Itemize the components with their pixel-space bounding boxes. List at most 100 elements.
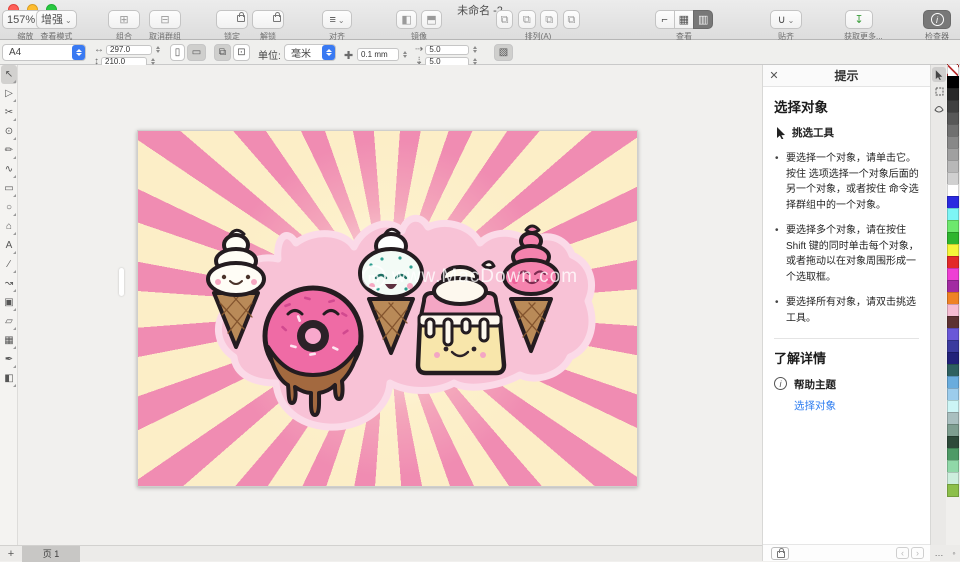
add-page-button[interactable]: + [0, 548, 22, 560]
table-tool[interactable]: ▦ [1, 331, 17, 350]
properties-tab[interactable] [932, 101, 946, 116]
ellipse-tool[interactable]: ○ [1, 198, 17, 217]
duplicate-x-icon: ⇢ [415, 44, 423, 55]
palette-scroll-button[interactable]: ◦ [952, 548, 955, 558]
lock-panel-button[interactable] [771, 547, 789, 560]
titlebar: 未命名 -2 157%⌄ 缩放 增强⌄ 查看模式 ⊞ 组合 ⊟ 取消群组 锁定 … [0, 0, 960, 40]
zoom-tool[interactable]: ⊙ [1, 122, 17, 141]
extrude-tool[interactable]: ▱ [1, 312, 17, 331]
landscape-button[interactable]: ▭ [187, 44, 206, 61]
hints-panel-header: ✕ 提示 [763, 65, 930, 87]
stepper-icon[interactable] [156, 46, 160, 53]
flyout-indicator-icon [13, 346, 16, 349]
unlock-group: 解锁 [252, 10, 284, 42]
view-normal-icon: ⌐ [661, 14, 667, 26]
all-pages-button[interactable]: ⧉ [214, 44, 231, 61]
text-tool[interactable]: A [1, 236, 17, 255]
close-icon[interactable]: ✕ [763, 69, 785, 82]
color-swatch[interactable] [947, 484, 959, 497]
hints-bullet-list: 要选择一个对象，请单击它。按住 选项选择一个对象后面的另一个对象，或者按住 命令… [774, 146, 919, 331]
nudge-field[interactable]: 0.1 mm [357, 48, 399, 61]
document-page[interactable]: m www.MacDown.com [137, 130, 638, 487]
align-group: ≡⌄ 对齐 [322, 10, 352, 42]
stepper-icon[interactable] [151, 58, 155, 65]
combine-button[interactable]: ⊞ [108, 10, 140, 29]
lock-group: 锁定 [216, 10, 248, 42]
flyout-indicator-icon [13, 308, 16, 311]
macdown-logo-icon: m [362, 265, 386, 289]
view-mode-dropdown[interactable]: 增强⌄ [36, 10, 77, 29]
artistic-media-tool[interactable]: ∿ [1, 160, 17, 179]
mirror-vertical-button[interactable]: ⬒ [421, 10, 441, 29]
duplicate-distance: ⇢ 5.0 ⇣ 5.0 [415, 44, 487, 61]
mirror-horizontal-button[interactable]: ◧ [396, 10, 416, 29]
flyout-indicator-icon [13, 156, 16, 159]
pen-tool[interactable]: ✒ [1, 350, 17, 369]
docker-tab-strip [930, 65, 946, 545]
bring-forward-icon: ⧉ [545, 14, 553, 26]
hints-panel: ✕ 提示 选择对象 挑选工具 要选择一个对象，请单击它。按住 选项选择一个对象后… [762, 65, 930, 561]
flyout-indicator-icon [13, 175, 16, 178]
combine-group: ⊞ 组合 [108, 10, 140, 42]
page-width-icon: ↔ [94, 44, 104, 55]
lock-button[interactable] [216, 10, 248, 29]
learn-more-heading: 了解详情 [774, 348, 919, 367]
flyout-indicator-icon [13, 194, 16, 197]
page-size-select[interactable]: A4 [2, 44, 86, 61]
hints-tab[interactable] [932, 67, 946, 82]
inspector-group: i 检查器 [922, 10, 952, 42]
send-to-back-button[interactable]: ⧉ [518, 10, 536, 29]
palette-footer: … ◦ [930, 545, 960, 561]
all-pages-icon: ⧉ [219, 47, 226, 58]
inspector-button[interactable]: i [923, 10, 951, 29]
flyout-indicator-icon [13, 118, 16, 121]
hint-forward-button[interactable]: › [911, 547, 924, 559]
freehand-tool[interactable]: ✏ [1, 141, 17, 160]
mirror-horizontal-icon: ◧ [401, 14, 411, 26]
window-title: 未命名 -2 [0, 2, 960, 18]
bring-forward-button[interactable]: ⧉ [540, 10, 558, 29]
view-page-button[interactable]: ▥ [693, 10, 713, 29]
align-dropdown[interactable]: ≡⌄ [322, 10, 352, 29]
dimension-tool[interactable]: ∕ [1, 255, 17, 274]
chevron-down-icon: ⌄ [338, 16, 345, 25]
chevron-down-icon: ⌄ [788, 16, 795, 25]
fill-tool[interactable]: ◧ [1, 369, 17, 388]
send-backward-button[interactable]: ⧉ [563, 10, 581, 29]
ungroup-button[interactable]: ⊟ [149, 10, 181, 29]
canvas-scrollbar-nub[interactable] [119, 268, 124, 296]
polygon-tool[interactable]: ⌂ [1, 217, 17, 236]
rectangle-tool[interactable]: ▭ [1, 179, 17, 198]
transform-tab[interactable] [932, 84, 946, 99]
palette-more-button[interactable]: … [934, 548, 943, 558]
portrait-button[interactable]: ▯ [170, 44, 185, 61]
current-page-button[interactable]: ⊡ [233, 44, 250, 61]
view-grid-button[interactable]: ▦ [674, 10, 694, 29]
units-select[interactable]: 毫米 [284, 44, 336, 61]
hints-heading: 选择对象 [774, 96, 919, 116]
stepper-icon[interactable] [473, 46, 477, 53]
crop-tool[interactable]: ✂ [1, 103, 17, 122]
stepper-icon[interactable] [403, 51, 407, 58]
pick-tool[interactable]: ↖ [1, 65, 17, 84]
snap-dropdown[interactable]: ∪⌄ [770, 10, 802, 29]
canvas-workspace[interactable]: m www.MacDown.com [18, 65, 762, 545]
shadow-tool[interactable]: ▣ [1, 293, 17, 312]
view-normal-button[interactable]: ⌐ [655, 10, 675, 29]
select-objects-link[interactable]: 选择对象 [794, 398, 919, 413]
page-tab[interactable]: 页 1 [22, 546, 80, 562]
align-icon: ≡ [329, 14, 335, 26]
stepper-icon[interactable] [473, 58, 477, 65]
hint-bullet: 要选择多个对象，请在按住 Shift 键的同时单击每个对象，或者拖动以在对象周围… [774, 218, 919, 290]
ungroup-icon: ⊟ [160, 14, 169, 26]
unlock-button[interactable] [252, 10, 284, 29]
get-more-button[interactable]: ↧ [845, 10, 873, 29]
cursor-help-icon [935, 70, 943, 80]
duplicate-x-field[interactable]: 5.0 [425, 45, 469, 55]
shape-tool[interactable]: ▷ [1, 84, 17, 103]
bring-to-front-button[interactable]: ⧉ [496, 10, 514, 29]
connector-tool[interactable]: ↝ [1, 274, 17, 293]
treat-as-filled-button[interactable]: ▧ [494, 44, 513, 61]
hint-back-button[interactable]: ‹ [896, 547, 909, 559]
page-width-field[interactable]: 297.0 [106, 45, 152, 55]
